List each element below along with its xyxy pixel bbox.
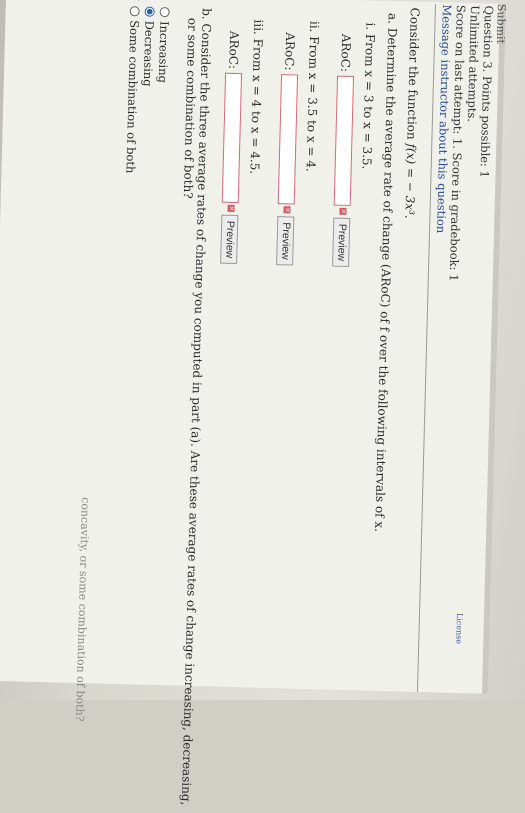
incorrect-mark-1: × xyxy=(339,207,348,215)
interval-2-label: ii. From x = 3.5 to x = 4. xyxy=(303,20,322,173)
option-increasing[interactable]: Increasing xyxy=(155,6,172,83)
license-link[interactable]: License xyxy=(454,613,464,644)
interval-3-label: iii. From x = 4 to x = 4.5. xyxy=(247,19,266,175)
aroc-2-input[interactable] xyxy=(277,74,299,205)
function-expression: f(x) = − 3x³. xyxy=(402,143,419,219)
question-page: Submit Question 3. Points possible: 1 Un… xyxy=(0,0,508,806)
preview-button-1[interactable]: Preview xyxy=(332,217,351,268)
preview-button-2[interactable]: Preview xyxy=(276,216,295,266)
incorrect-mark-2: × xyxy=(283,206,292,214)
aroc-3-label: ARoC: xyxy=(226,30,242,70)
aroc-1-label: ARoC: xyxy=(338,33,354,73)
incorrect-mark-3: × xyxy=(227,204,236,212)
radio-combination[interactable] xyxy=(129,6,140,17)
aroc-1-input[interactable] xyxy=(333,75,355,207)
correct-check-icon: ✔ xyxy=(127,0,142,2)
interval-1-label: i. From x = 3 to x = 3.5. xyxy=(359,22,378,170)
question-content: Consider the function f(x) = − 3x³. a. D… xyxy=(73,0,426,806)
question-header: Question 3. Points possible: 1 Unlimited… xyxy=(433,4,496,282)
preview-button-3[interactable]: Preview xyxy=(220,214,239,265)
radio-decreasing[interactable] xyxy=(144,6,155,17)
aroc-2-label: ARoC: xyxy=(282,32,298,71)
radio-increasing[interactable] xyxy=(159,6,170,18)
divider xyxy=(416,4,436,692)
option-combination[interactable]: ✔ Some combination of both xyxy=(122,0,141,174)
submit-tab[interactable]: Submit xyxy=(494,4,508,44)
function-intro: Consider the function f(x) = − 3x³. xyxy=(402,7,422,219)
option-decreasing[interactable]: Decreasing xyxy=(140,6,157,87)
aroc-3-input[interactable] xyxy=(221,72,243,204)
